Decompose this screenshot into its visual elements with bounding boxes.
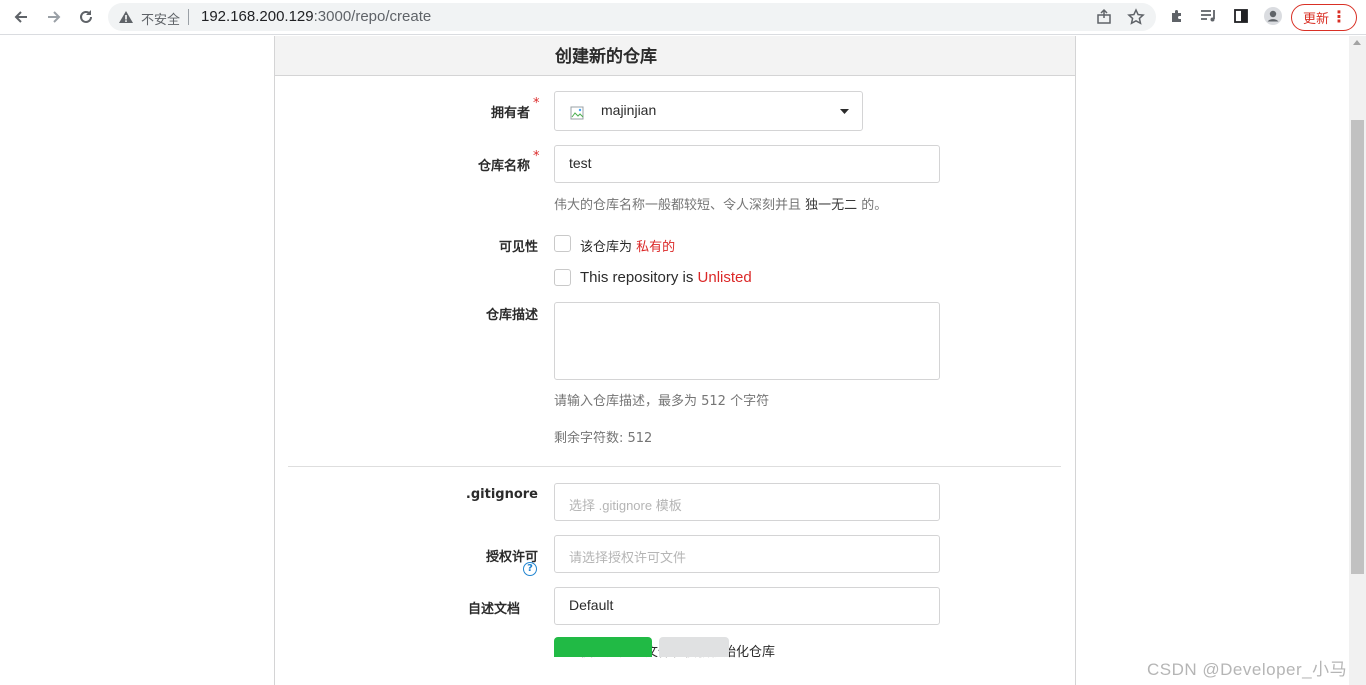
share-icon[interactable] bbox=[1095, 8, 1113, 26]
help-circle-icon[interactable]: ? bbox=[523, 562, 537, 576]
gitignore-label-text: .gitignore bbox=[465, 487, 538, 502]
back-button[interactable] bbox=[7, 3, 35, 31]
not-secure-label[interactable]: 不安全 bbox=[141, 9, 180, 28]
unlisted-label-emphasis: Unlisted bbox=[697, 269, 752, 286]
unlisted-checkbox[interactable] bbox=[554, 269, 571, 286]
repo-name-label-text: 仓库名称 bbox=[477, 159, 530, 174]
cancel-button[interactable] bbox=[659, 637, 729, 657]
unlisted-label-prefix: This repository is bbox=[580, 269, 698, 286]
puzzle-icon bbox=[1172, 10, 1181, 22]
bookmark-star-icon[interactable] bbox=[1127, 8, 1145, 26]
repo-name-value: test bbox=[569, 155, 592, 171]
gitignore-dropdown[interactable]: 选择 .gitignore 模板 bbox=[554, 483, 940, 521]
license-label: 授权许可 bbox=[440, 546, 538, 565]
caret-down-icon bbox=[840, 109, 849, 114]
readme-value: Default bbox=[569, 597, 614, 613]
readme-label: 自述文档 bbox=[440, 598, 520, 617]
address-bar[interactable]: 不安全 192.168.200.129:3000/repo/create bbox=[108, 3, 1156, 31]
private-checkbox-label[interactable]: 该仓库为 私有的 bbox=[580, 236, 675, 255]
watermark: CSDN @Developer_小马 bbox=[1147, 660, 1348, 679]
form-header: 创建新的仓库 bbox=[275, 36, 1075, 76]
visibility-label-text: 可见性 bbox=[498, 240, 538, 255]
side-panel-button[interactable] bbox=[1230, 5, 1252, 27]
description-textarea[interactable] bbox=[554, 302, 940, 380]
owner-value: majinjian bbox=[601, 102, 657, 118]
scroll-up-arrow-icon[interactable] bbox=[1353, 40, 1361, 45]
description-remaining: 剩余字符数: 512 bbox=[554, 431, 653, 446]
repo-name-label: 仓库名称 bbox=[440, 155, 530, 174]
browser-toolbar: 不安全 192.168.200.129:3000/repo/create 更新 … bbox=[0, 0, 1366, 35]
private-label-prefix: 该仓库为 bbox=[580, 240, 637, 255]
reload-button[interactable] bbox=[72, 3, 100, 31]
readme-dropdown[interactable]: Default bbox=[554, 587, 940, 625]
create-repo-button[interactable] bbox=[554, 637, 652, 657]
page-scrollbar[interactable] bbox=[1349, 36, 1366, 685]
owner-dropdown[interactable]: majinjian bbox=[554, 91, 863, 131]
avatar-icon bbox=[1264, 7, 1282, 25]
scroll-thumb[interactable] bbox=[1351, 120, 1364, 574]
unlisted-checkbox-label[interactable]: This repository is Unlisted bbox=[580, 269, 752, 286]
page-title: 创建新的仓库 bbox=[555, 47, 657, 67]
repo-name-input[interactable]: test bbox=[554, 145, 940, 183]
visibility-label: 可见性 bbox=[440, 236, 538, 255]
arrow-left-icon bbox=[14, 11, 27, 23]
private-label-emphasis: 私有的 bbox=[636, 240, 676, 255]
address-separator bbox=[188, 9, 189, 25]
owner-label-text: 拥有者 bbox=[490, 106, 530, 121]
playlist-icon bbox=[1201, 10, 1215, 22]
broken-image-icon bbox=[570, 106, 584, 120]
update-label: 更新 bbox=[1303, 12, 1330, 27]
description-label: 仓库描述 bbox=[440, 304, 538, 323]
description-help: 请输入仓库描述，最多为 512 个字符 bbox=[554, 394, 770, 409]
owner-label: 拥有者 bbox=[440, 102, 530, 121]
form-divider bbox=[288, 466, 1061, 467]
owner-required-mark: * bbox=[533, 96, 540, 111]
repo-name-help-suffix: 的。 bbox=[857, 198, 888, 213]
repo-name-required-mark: * bbox=[533, 149, 540, 164]
gitignore-placeholder: 选择 .gitignore 模板 bbox=[569, 498, 682, 513]
extensions-button[interactable] bbox=[1166, 5, 1188, 27]
page: 创建新的仓库 拥有者 * majinjian 仓库名称 * test 伟大的仓库… bbox=[0, 36, 1349, 685]
gitignore-label: .gitignore bbox=[440, 487, 538, 502]
profile-button[interactable] bbox=[1262, 5, 1284, 27]
repo-name-help-emphasis: 独一无二 bbox=[805, 198, 858, 213]
url-text[interactable]: 192.168.200.129:3000/repo/create bbox=[201, 8, 431, 25]
warning-icon bbox=[119, 11, 133, 23]
private-checkbox[interactable] bbox=[554, 235, 571, 252]
side-panel-icon bbox=[1234, 9, 1248, 23]
more-vert-icon: ⋮ bbox=[1331, 7, 1347, 26]
license-dropdown[interactable]: 请选择授权许可文件 bbox=[554, 535, 940, 573]
repo-name-help-prefix: 伟大的仓库名称一般都较短、令人深刻并且 bbox=[554, 198, 806, 213]
reload-icon bbox=[80, 10, 92, 23]
arrow-right-icon bbox=[48, 11, 61, 23]
license-placeholder: 请选择授权许可文件 bbox=[569, 550, 687, 565]
readme-label-text: 自述文档 bbox=[467, 602, 520, 617]
url-host: 192.168.200.129 bbox=[201, 8, 314, 25]
forward-button[interactable] bbox=[40, 3, 68, 31]
update-button[interactable]: 更新 ⋮ bbox=[1291, 4, 1357, 31]
url-path: :3000/repo/create bbox=[313, 8, 432, 25]
media-button[interactable] bbox=[1198, 5, 1220, 27]
description-label-text: 仓库描述 bbox=[485, 308, 538, 323]
repo-name-help: 伟大的仓库名称一般都较短、令人深刻并且 独一无二 的。 bbox=[554, 194, 887, 213]
